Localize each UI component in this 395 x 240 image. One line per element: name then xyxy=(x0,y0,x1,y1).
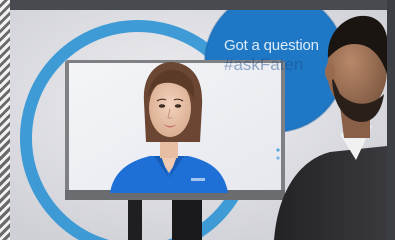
sign-line-1: Got a question xyxy=(224,37,319,54)
photo-frame: Got a question #askFaten xyxy=(0,0,395,240)
top-border xyxy=(10,0,395,10)
monitor-stand xyxy=(128,200,142,240)
right-border xyxy=(387,0,395,240)
photo-scene: Got a question #askFaten xyxy=(10,10,387,240)
sign-text: Got a question #askFaten xyxy=(224,38,354,74)
sign-line-2: #askFaten xyxy=(224,54,304,74)
stand-base xyxy=(172,195,202,240)
left-striped-border xyxy=(0,0,10,240)
